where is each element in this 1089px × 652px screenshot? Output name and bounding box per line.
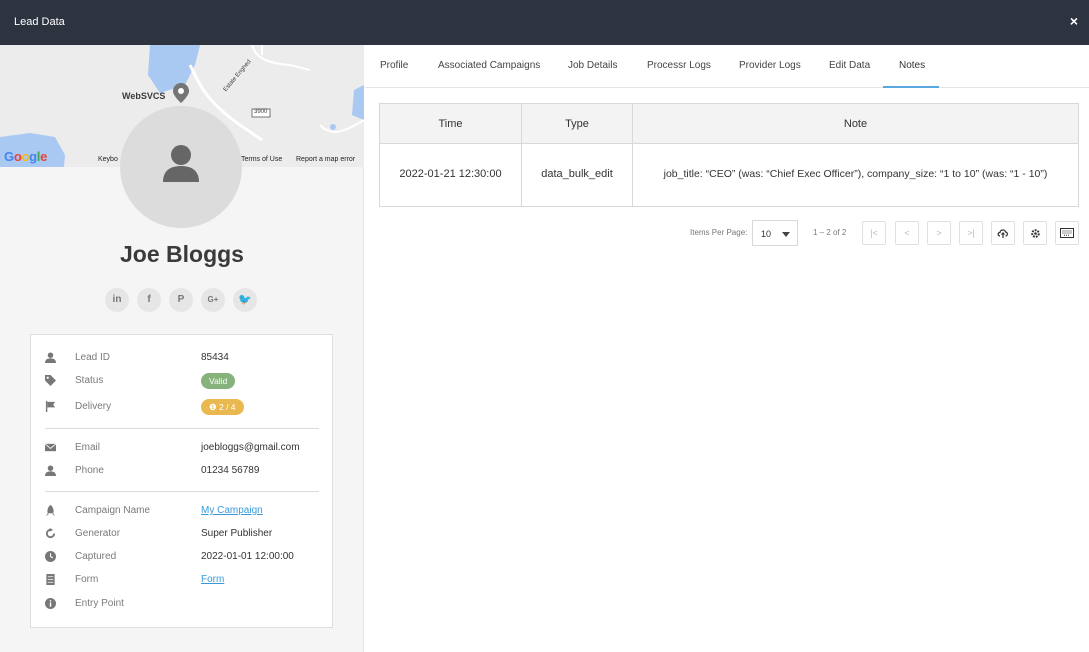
lead-id-value: 85434 (201, 352, 229, 363)
flag-icon (45, 401, 56, 412)
detail-label: Phone (75, 465, 104, 476)
detail-row-status: Status Valid (45, 373, 325, 389)
active-tab-indicator (883, 86, 939, 88)
status-badge: Valid (201, 373, 236, 389)
detail-label: Generator (75, 528, 121, 539)
document-icon (46, 574, 55, 585)
generator-value: Super Publisher (201, 528, 273, 539)
user-icon (45, 465, 56, 476)
note-time-cell: 2022-01-21 12:30:00 (399, 168, 502, 180)
google-logo-letter: G (4, 149, 14, 164)
captured-value: 2022-01-01 12:00:00 (201, 551, 294, 562)
detail-row-form: Form Form (45, 572, 325, 588)
envelope-icon (45, 443, 56, 452)
map-place-label: WebSVCS (122, 91, 166, 101)
detail-row-captured: Captured 2022-01-01 12:00:00 (45, 549, 325, 565)
detail-label: Form (75, 574, 99, 585)
chevron-down-icon (782, 232, 790, 237)
detail-label: Email (75, 442, 101, 453)
map-keyboard-shortcuts[interactable]: Keybo (98, 156, 118, 163)
tab-provider-logs[interactable]: Provider Logs (739, 60, 801, 71)
keyboard-icon (1060, 228, 1074, 238)
tab-job-details[interactable]: Job Details (568, 60, 617, 71)
last-page-button[interactable]: >| (959, 221, 983, 245)
column-header-time[interactable]: Time (380, 118, 521, 130)
map-route-number: 3900 (254, 109, 268, 115)
refresh-icon (45, 528, 56, 539)
rocket-icon (45, 505, 56, 516)
items-per-page-label: Items Per Page: (690, 228, 748, 237)
map-terms-link[interactable]: Terms of Use (241, 156, 282, 163)
tab-processr-logs[interactable]: Processr Logs (647, 60, 711, 71)
section-divider (45, 428, 319, 429)
first-page-button[interactable]: |< (862, 221, 886, 245)
section-divider (45, 491, 319, 492)
lead-name: Joe Bloggs (120, 241, 244, 267)
detail-label: Lead ID (75, 352, 111, 363)
tab-profile[interactable]: Profile (380, 60, 408, 71)
detail-label: Campaign Name (75, 505, 151, 516)
map-pin-icon (173, 83, 189, 103)
lead-tabs: Profile Associated Campaigns Job Details… (365, 45, 1089, 88)
clock-icon (45, 551, 56, 562)
tab-associated-campaigns[interactable]: Associated Campaigns (438, 60, 540, 71)
detail-row-phone: Phone 01234 56789 (45, 463, 325, 479)
lead-profile-panel: WebSVCS Estate Enghed 3900 Google Keybo … (0, 45, 364, 652)
detail-label: Status (75, 375, 104, 386)
window-titlebar: Lead Data × (0, 0, 1089, 45)
tab-notes[interactable]: Notes (899, 60, 925, 71)
pinterest-icon[interactable]: P (169, 288, 193, 312)
tab-edit-data[interactable]: Edit Data (829, 60, 870, 71)
note-type-cell: data_bulk_edit (541, 168, 613, 180)
info-icon (45, 598, 56, 609)
google-logo-letter: o (21, 149, 30, 164)
detail-row-email: Email joebloggs@gmail.com (45, 440, 325, 456)
user-icon (45, 352, 56, 363)
gear-icon (1030, 229, 1040, 238)
settings-button[interactable] (1023, 221, 1047, 245)
facebook-icon[interactable]: f (137, 288, 161, 312)
items-per-page-value: 10 (761, 229, 772, 239)
form-link[interactable]: Form (201, 574, 224, 585)
table-pager: Items Per Page: 10 1 – 2 of 2 |< < > >| (640, 220, 1080, 246)
cloud-upload-icon (997, 229, 1008, 238)
avatar (120, 106, 242, 228)
keyboard-button[interactable] (1055, 221, 1079, 245)
map-report-link[interactable]: Report a map error (296, 156, 355, 163)
detail-label: Captured (75, 551, 117, 562)
prev-page-button[interactable]: < (895, 221, 919, 245)
close-icon[interactable]: × (1070, 13, 1078, 29)
lead-details-card: Lead ID 85434 Status Valid Delivery ❶ 2 … (30, 334, 333, 628)
detail-row-generator: Generator Super Publisher (45, 526, 325, 542)
user-icon (163, 145, 199, 182)
google-logo-letter: g (29, 149, 37, 164)
delivery-badge: ❶ 2 / 4 (201, 399, 244, 415)
detail-label: Entry Point (75, 598, 124, 609)
note-text-cell: job_title: “CEO” (was: “Chief Exec Offic… (663, 168, 1048, 180)
detail-row-delivery: Delivery ❶ 2 / 4 (45, 399, 325, 415)
detail-row-campaign: Campaign Name My Campaign (45, 503, 325, 519)
tag-icon (45, 375, 56, 386)
campaign-link[interactable]: My Campaign (201, 505, 263, 516)
page-range-label: 1 – 2 of 2 (813, 228, 847, 237)
column-header-type[interactable]: Type (522, 118, 632, 130)
google-plus-icon[interactable]: G+ (201, 288, 225, 312)
google-logo: Google (4, 149, 47, 164)
detail-label: Delivery (75, 401, 112, 412)
google-logo-letter: e (40, 149, 48, 164)
export-button[interactable] (991, 221, 1015, 245)
next-page-button[interactable]: > (927, 221, 951, 245)
window-title: Lead Data (14, 16, 65, 28)
linkedin-icon[interactable]: in (105, 288, 129, 312)
detail-row-lead-id: Lead ID 85434 (45, 350, 325, 366)
items-per-page-select[interactable]: 10 (752, 220, 798, 246)
detail-row-entry-point: Entry Point (45, 596, 325, 612)
phone-value: 01234 56789 (201, 465, 260, 476)
notes-table: Time Type Note 2022-01-21 12:30:00 data_… (379, 103, 1079, 207)
email-value: joebloggs@gmail.com (201, 442, 300, 453)
social-links: in f P G+ 🐦 (105, 288, 265, 312)
column-header-note[interactable]: Note (633, 118, 1078, 130)
twitter-icon[interactable]: 🐦 (233, 288, 257, 312)
